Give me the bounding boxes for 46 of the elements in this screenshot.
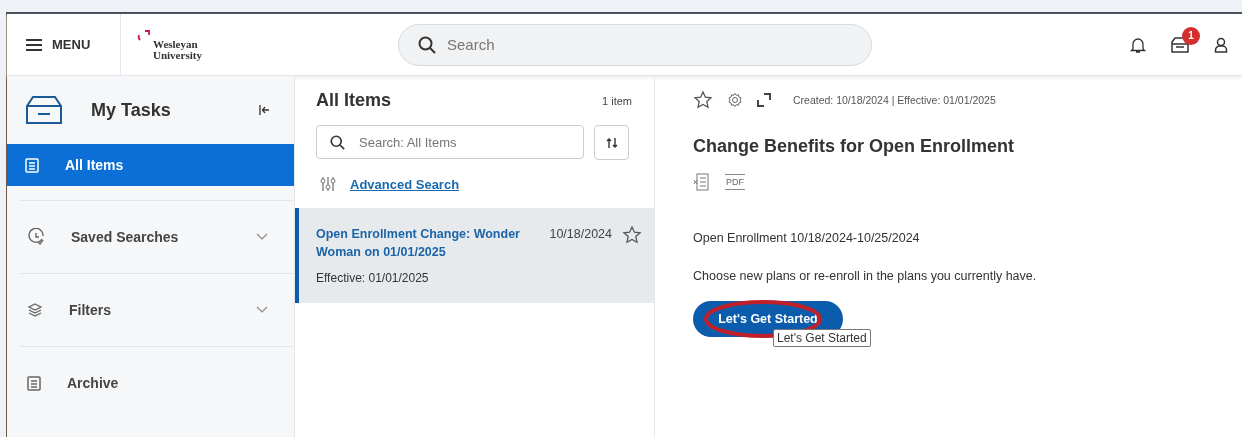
inbox-icon[interactable] bbox=[1170, 36, 1190, 53]
sliders-icon bbox=[320, 176, 336, 192]
task-title: Change Benefits for Open Enrollment bbox=[693, 136, 1016, 157]
meta-text: Created: 10/18/2024 | Effective: 01/01/2025 bbox=[793, 94, 996, 106]
star-icon[interactable] bbox=[622, 225, 642, 245]
layers-icon bbox=[27, 302, 43, 318]
sidebar-item[interactable]: Archive bbox=[19, 346, 294, 419]
enrollment-period: Open Enrollment 10/18/2024-10/25/2024 bbox=[693, 231, 921, 245]
list-item[interactable]: Open Enrollment Change: Wonder Woman on 01/01/2025 10/18/2024 Effective: 01/01/2025 bbox=[295, 208, 654, 303]
item-title[interactable]: Open Enrollment Change: Wonder Woman on 01/01/2025 bbox=[316, 225, 540, 261]
logo-text: Wesleyan University bbox=[153, 38, 202, 61]
sidebar-item[interactable]: Saved Searches bbox=[19, 200, 294, 273]
advanced-search-link[interactable]: Advanced Search bbox=[350, 176, 460, 192]
list-title: All Items bbox=[316, 90, 392, 111]
spreadsheet-icon[interactable] bbox=[693, 173, 709, 191]
menu-icon bbox=[26, 38, 42, 51]
sort-icon bbox=[605, 136, 618, 149]
search-field[interactable]: Search: All Items bbox=[316, 125, 584, 159]
search-icon bbox=[330, 135, 345, 150]
clipboard-icon bbox=[25, 157, 39, 173]
clipboard-icon bbox=[27, 375, 41, 391]
sort-button[interactable] bbox=[594, 125, 629, 160]
expand-icon[interactable] bbox=[757, 93, 771, 107]
notification-badge: 1 bbox=[1182, 26, 1200, 45]
inbox-icon bbox=[25, 95, 63, 125]
settings-icon[interactable] bbox=[727, 92, 743, 108]
description-text: Choose new plans or re-enroll in the plans you currently have. bbox=[693, 269, 1038, 283]
sidebar-item[interactable]: All Items bbox=[7, 144, 294, 186]
collapse-icon[interactable] bbox=[259, 105, 270, 115]
item-date: 10/18/2024 bbox=[549, 226, 612, 243]
panel-title: My Tasks bbox=[91, 99, 171, 121]
clock-icon bbox=[27, 228, 45, 246]
star-icon[interactable] bbox=[693, 90, 713, 110]
item-subtitle: Effective: 01/01/2025 bbox=[316, 271, 430, 285]
logo-icon bbox=[137, 28, 151, 43]
menu-button[interactable]: MENU bbox=[7, 14, 121, 75]
pdf-button[interactable]: PDF bbox=[725, 174, 745, 190]
search-field[interactable]: Search bbox=[398, 23, 872, 66]
sidebar-item[interactable]: Filters bbox=[19, 273, 294, 346]
tooltip: Let's Get Started bbox=[773, 329, 871, 347]
search-icon bbox=[418, 35, 436, 54]
chevron-down-icon[interactable] bbox=[256, 233, 268, 241]
bell-icon[interactable] bbox=[1130, 35, 1146, 54]
item-count: 1 item bbox=[602, 94, 632, 107]
chevron-down-icon[interactable] bbox=[256, 306, 268, 314]
user-icon[interactable] bbox=[1214, 36, 1228, 53]
